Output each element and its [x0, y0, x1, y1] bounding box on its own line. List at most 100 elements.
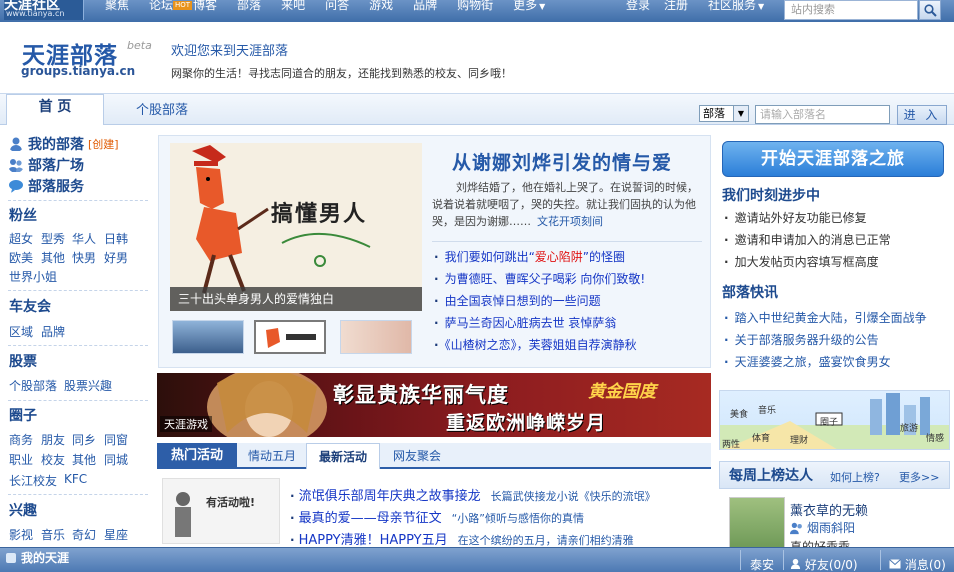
category-interest[interactable]: 兴趣	[9, 500, 37, 520]
tab-home[interactable]: 首 页	[6, 94, 104, 125]
feature-list-item[interactable]: 《山楂树之恋》，芙蓉姐姐自荐演静秋	[434, 336, 637, 353]
category-link[interactable]: 欧美	[9, 249, 33, 266]
friends-button[interactable]: 好友(0/0)	[790, 556, 858, 572]
nav-item[interactable]: 部落	[237, 0, 261, 13]
brand-url[interactable]: groups.tianya.cn	[21, 64, 135, 78]
nav-item[interactable]: 博客	[193, 0, 217, 13]
map-label[interactable]: 两性	[722, 437, 740, 449]
category-link[interactable]: 品牌	[41, 323, 65, 340]
nav-item[interactable]: 问答	[325, 0, 349, 13]
weekly-user-tribe[interactable]: 烟雨斜阳	[790, 519, 855, 536]
feature-thumbnail[interactable]	[340, 320, 412, 354]
news-item[interactable]: 踏入中世纪黄金大陆，引爆全面战争	[724, 309, 927, 326]
category-link[interactable]: 其他	[41, 249, 65, 266]
nav-item[interactable]: 购物街	[457, 0, 493, 13]
category-link[interactable]: KFC	[64, 472, 87, 486]
category-link[interactable]: 长江校友	[9, 472, 57, 489]
start-tribe-journey-button[interactable]: 开始天涯部落之旅	[722, 141, 944, 177]
nav-item[interactable]: 品牌	[413, 0, 437, 13]
activity-list-item[interactable]: 最真的爱——母亲节征文“小路”倾听与感悟你的真情	[290, 507, 584, 526]
category-link[interactable]: 快男	[72, 249, 96, 266]
feature-list-item[interactable]: 由全国哀悼日想到的一些问题	[434, 292, 601, 309]
category-link[interactable]: 世界小姐	[9, 268, 57, 285]
how-to-rank-link[interactable]: 如何上榜?	[830, 469, 880, 485]
category-link[interactable]: 同城	[104, 451, 128, 468]
register-link[interactable]: 注册	[664, 0, 688, 13]
tribe-name-input[interactable]: 请输入部落名	[755, 105, 890, 124]
avatar[interactable]	[729, 497, 785, 549]
map-label[interactable]: 情感	[926, 431, 944, 444]
sidebar-item-plaza[interactable]: 部落广场	[8, 155, 84, 175]
activity-list-item[interactable]: HAPPY清雅！HAPPY五月在这个缤纷的五月，请亲们相约清雅	[290, 529, 634, 548]
my-tianya-button[interactable]: 我的天涯	[5, 549, 69, 566]
divider	[432, 241, 702, 242]
category-fans[interactable]: 粉丝	[9, 205, 37, 225]
category-circle[interactable]: 圈子	[9, 405, 37, 425]
activity-list-item[interactable]: 流氓俱乐部周年庆典之故事接龙长篇武侠接龙小说《快乐的流氓》	[290, 485, 656, 504]
nav-item-more[interactable]: 更多 ▼	[513, 0, 545, 13]
nav-item[interactable]: 聚焦	[105, 0, 129, 13]
site-search-input[interactable]: 站内搜索	[784, 0, 918, 20]
feature-list-item[interactable]: 萨马兰奇因心脏病去世 哀悼萨翁	[434, 314, 617, 331]
tab-meetups[interactable]: 网友聚会	[382, 443, 452, 469]
activity-image[interactable]	[162, 478, 280, 544]
map-label[interactable]: 美食	[730, 407, 748, 420]
feature-list-item[interactable]: 为曹德旺、曹晖父子喝彩 向你们致敬!	[434, 270, 646, 287]
tab-latest-activities[interactable]: 最新活动	[306, 443, 380, 469]
category-link[interactable]: 其他	[72, 451, 96, 468]
category-link[interactable]: 超女	[9, 230, 33, 247]
category-cars[interactable]: 车友会	[9, 296, 51, 316]
login-link[interactable]: 登录	[626, 0, 650, 13]
category-link[interactable]: 职业	[9, 451, 33, 468]
news-item[interactable]: 天涯婆婆之旅，盛宴饮食男女	[724, 353, 891, 370]
tab-may-emotions[interactable]: 情动五月	[240, 443, 304, 469]
feature-headline[interactable]: 从谢娜刘烨引发的情与爱	[452, 148, 672, 175]
feature-caption[interactable]: 三十出头单身男人的爱情独白	[170, 287, 422, 311]
sidebar-item-my-tribe[interactable]: 我的部落 [创建]	[8, 134, 119, 154]
tribe-city-map[interactable]: 美食 音乐 两性 体育 理财 圈子 旅游 情感	[719, 390, 950, 450]
category-link[interactable]: 个股部落	[9, 377, 57, 394]
map-label[interactable]: 理财	[790, 433, 808, 446]
tab-stock-tribe[interactable]: 个股部落	[136, 99, 188, 118]
feature-list-item[interactable]: 我们要如何跳出“爱心陷阱”的怪圈	[434, 248, 625, 265]
search-button[interactable]	[919, 0, 941, 20]
category-link[interactable]: 校友	[41, 451, 65, 468]
location-label[interactable]: 泰安	[750, 556, 774, 572]
feature-thumbnail[interactable]	[172, 320, 244, 354]
category-link[interactable]: 区域	[9, 323, 33, 340]
nav-item[interactable]: 游戏	[369, 0, 393, 13]
category-link[interactable]: 日韩	[104, 230, 128, 247]
category-link[interactable]: 华人	[72, 230, 96, 247]
category-link[interactable]: 星座	[104, 526, 128, 543]
category-link[interactable]: 股票兴趣	[64, 377, 112, 394]
community-service-menu[interactable]: 社区服务 ▼	[708, 0, 764, 13]
map-label[interactable]: 圈子	[820, 415, 838, 428]
news-item[interactable]: 关于部落服务器升级的公告	[724, 331, 879, 348]
enter-button[interactable]: 进 入	[897, 105, 947, 125]
category-link[interactable]: 同乡	[72, 431, 96, 448]
feature-more-link[interactable]: 文花开项刻间	[537, 215, 603, 228]
category-stocks[interactable]: 股票	[9, 351, 37, 371]
map-label[interactable]: 体育	[752, 431, 770, 444]
tab-hot-activities[interactable]: 热门活动	[157, 443, 237, 469]
tribe-type-select[interactable]: 部落 ▼	[699, 105, 749, 122]
category-link[interactable]: 奇幻	[72, 526, 96, 543]
category-link[interactable]: 同窗	[104, 431, 128, 448]
category-link[interactable]: 音乐	[41, 526, 65, 543]
category-link[interactable]: 好男	[104, 249, 128, 266]
banner-game-label: 天涯游戏	[160, 416, 212, 432]
category-link[interactable]: 朋友	[41, 431, 65, 448]
feature-thumbnail-active[interactable]	[254, 320, 326, 354]
map-label[interactable]: 旅游	[900, 421, 918, 434]
weekly-more-link[interactable]: 更多>>	[899, 469, 939, 485]
category-link[interactable]: 型秀	[41, 230, 65, 247]
nav-item[interactable]: 来吧	[281, 0, 305, 13]
map-label[interactable]: 音乐	[758, 403, 776, 416]
category-link[interactable]: 商务	[9, 431, 33, 448]
nav-item[interactable]: 论坛 HOT	[149, 0, 193, 13]
weekly-user-name[interactable]: 薰衣草的无赖	[790, 500, 868, 519]
messages-button[interactable]: 消息(0)	[889, 556, 946, 572]
category-link[interactable]: 影视	[9, 526, 33, 543]
sidebar-item-service[interactable]: 部落服务	[8, 176, 84, 196]
create-tribe-link[interactable]: [创建]	[88, 136, 119, 152]
